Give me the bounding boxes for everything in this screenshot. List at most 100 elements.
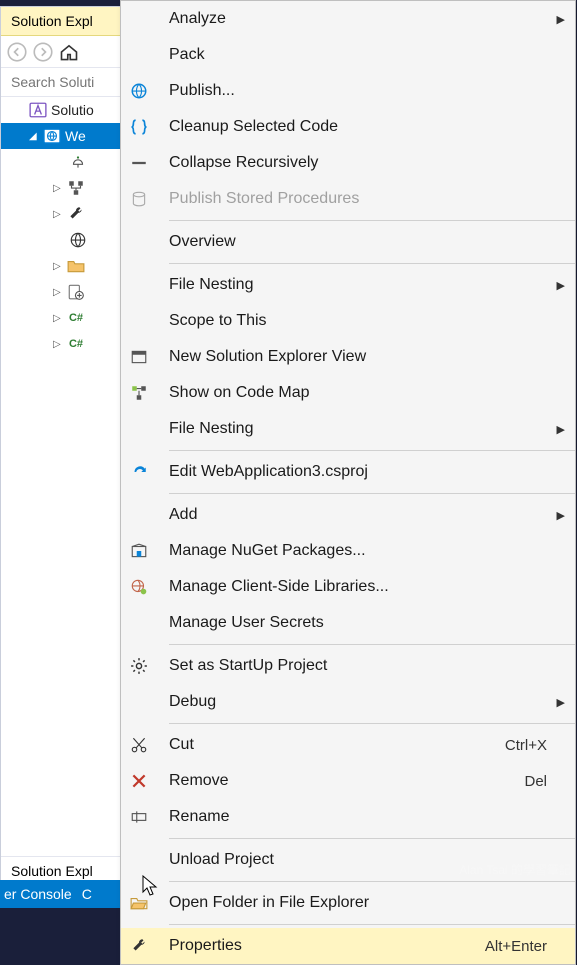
- submenu-arrow-icon: ▶: [557, 696, 565, 709]
- menu-label: Publish...: [157, 82, 575, 100]
- tree-item[interactable]: ▷: [1, 201, 139, 227]
- braces-icon: [129, 117, 149, 137]
- menu-label: Show on Code Map: [157, 384, 575, 402]
- folder-icon: [67, 257, 85, 275]
- caret-icon: ▷: [53, 287, 63, 298]
- status-bar: er Console C: [0, 880, 140, 908]
- status-item[interactable]: C: [82, 886, 92, 902]
- menu-label: Analyze: [157, 10, 575, 28]
- menu-shortcut: Del: [524, 773, 575, 790]
- submenu-arrow-icon: ▶: [557, 13, 565, 26]
- submenu-arrow-icon: ▶: [557, 279, 565, 292]
- menu-scope[interactable]: Scope to This: [121, 303, 575, 339]
- menu-edit-project[interactable]: Edit WebApplication3.csproj: [121, 454, 575, 490]
- menu-label: Remove: [157, 772, 524, 790]
- caret-icon: ▷: [53, 261, 63, 272]
- csharp-icon: C#: [67, 335, 85, 353]
- submenu-arrow-icon: ▶: [557, 423, 565, 436]
- menu-nuget[interactable]: Manage NuGet Packages...: [121, 533, 575, 569]
- delete-x-icon: [129, 771, 149, 791]
- menu-publish[interactable]: Publish...: [121, 73, 575, 109]
- menu-separator: [169, 263, 575, 264]
- caret-icon: ▷: [53, 183, 63, 194]
- panel-title: Solution Expl: [1, 7, 139, 36]
- menu-pack[interactable]: Pack: [121, 37, 575, 73]
- home-button[interactable]: [59, 42, 79, 62]
- tree-item[interactable]: ▷: [1, 279, 139, 305]
- search-input[interactable]: [1, 68, 139, 97]
- menu-label: Cut: [157, 736, 505, 754]
- menu-remove[interactable]: Remove Del: [121, 763, 575, 799]
- menu-label: Rename: [157, 808, 575, 826]
- menu-separator: [169, 881, 575, 882]
- menu-label: New Solution Explorer View: [157, 348, 575, 366]
- menu-collapse[interactable]: Collapse Recursively: [121, 145, 575, 181]
- back-button[interactable]: [7, 42, 27, 62]
- menu-open-folder[interactable]: Open Folder in File Explorer: [121, 885, 575, 921]
- menu-debug[interactable]: Debug ▶: [121, 684, 575, 720]
- menu-publish-stored: Publish Stored Procedures: [121, 181, 575, 217]
- client-libs-icon: [129, 577, 149, 597]
- redo-icon: [129, 462, 149, 482]
- solution-tree[interactable]: Solutio ◢ We ▷ ▷: [1, 97, 139, 357]
- menu-shortcut: Alt+Enter: [485, 938, 575, 955]
- menu-analyze[interactable]: Analyze ▶: [121, 1, 575, 37]
- wrench-icon: [129, 936, 149, 956]
- rename-icon: [129, 807, 149, 827]
- menu-cleanup[interactable]: Cleanup Selected Code: [121, 109, 575, 145]
- menu-label: Cleanup Selected Code: [157, 118, 575, 136]
- menu-label: Edit WebApplication3.csproj: [157, 463, 575, 481]
- tree-item[interactable]: ▷: [1, 175, 139, 201]
- caret-icon: ▷: [53, 209, 63, 220]
- tree-item[interactable]: ▷ C#: [1, 305, 139, 331]
- menu-set-startup[interactable]: Set as StartUp Project: [121, 648, 575, 684]
- menu-file-nesting[interactable]: File Nesting ▶: [121, 267, 575, 303]
- nuget-icon: [129, 541, 149, 561]
- mouse-cursor-icon: [142, 875, 160, 902]
- tree-item[interactable]: [1, 227, 139, 253]
- menu-overview[interactable]: Overview: [121, 224, 575, 260]
- menu-user-secrets[interactable]: Manage User Secrets: [121, 605, 575, 641]
- menu-label: Scope to This: [157, 312, 575, 330]
- collapse-icon: [129, 153, 149, 173]
- menu-code-map[interactable]: Show on Code Map: [121, 375, 575, 411]
- menu-add[interactable]: Add ▶: [121, 497, 575, 533]
- gear-icon: [129, 656, 149, 676]
- menu-properties[interactable]: Properties Alt+Enter: [121, 928, 575, 964]
- menu-label: Manage Client-Side Libraries...: [157, 578, 575, 596]
- menu-label: Add: [157, 506, 575, 524]
- tree-solution-root[interactable]: Solutio: [1, 97, 139, 123]
- menu-label: File Nesting: [157, 420, 575, 438]
- caret-icon: ▷: [53, 339, 63, 350]
- tree-item[interactable]: ▷: [1, 253, 139, 279]
- menu-file-nesting-2[interactable]: File Nesting ▶: [121, 411, 575, 447]
- watermark-text: Alan Tsai 的學習筆記: [459, 861, 571, 878]
- tree-project-selected[interactable]: ◢ We: [1, 123, 139, 149]
- menu-separator: [169, 450, 575, 451]
- tree-label: We: [65, 128, 86, 144]
- panel-toolbar: [1, 36, 139, 68]
- forward-button[interactable]: [33, 42, 53, 62]
- menu-separator: [169, 644, 575, 645]
- tree-item[interactable]: [1, 149, 139, 175]
- menu-separator: [169, 924, 575, 925]
- json-config-icon: [67, 283, 85, 301]
- menu-cut[interactable]: Cut Ctrl+X: [121, 727, 575, 763]
- wrench-icon: [67, 205, 85, 223]
- caret-icon: ◢: [29, 131, 39, 142]
- menu-label: Set as StartUp Project: [157, 657, 575, 675]
- globe-icon: [43, 127, 61, 145]
- tree-item[interactable]: ▷ C#: [1, 331, 139, 357]
- tree-label: Solutio: [51, 102, 94, 118]
- menu-label: Manage NuGet Packages...: [157, 542, 575, 560]
- new-window-icon: [129, 347, 149, 367]
- menu-label: Manage User Secrets: [157, 614, 575, 632]
- status-item[interactable]: er Console: [4, 886, 72, 902]
- csharp-icon: C#: [67, 309, 85, 327]
- menu-rename[interactable]: Rename: [121, 799, 575, 835]
- connected-services-icon: [69, 153, 87, 171]
- menu-new-solution-view[interactable]: New Solution Explorer View: [121, 339, 575, 375]
- menu-shortcut: Ctrl+X: [505, 737, 575, 754]
- menu-client-libs[interactable]: Manage Client-Side Libraries...: [121, 569, 575, 605]
- code-map-icon: [129, 383, 149, 403]
